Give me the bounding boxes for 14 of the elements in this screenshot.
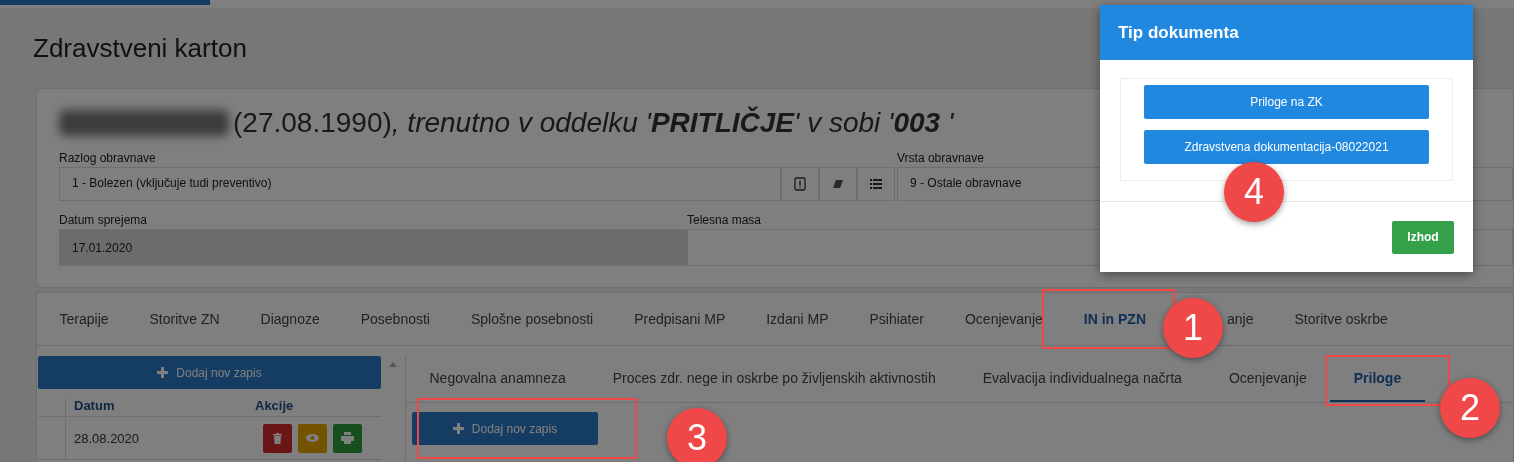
field-label: Razlog obravnave bbox=[59, 151, 156, 167]
page-title: Zdravstveni karton bbox=[33, 32, 247, 64]
column-header: Akcije bbox=[254, 398, 295, 415]
field-label: Datum sprejema bbox=[59, 213, 148, 229]
dialog-title: Tip dokumenta bbox=[1118, 22, 1239, 43]
field-label: Vrsta obravnave bbox=[897, 151, 984, 167]
patient-heading-text: 003 bbox=[893, 107, 942, 139]
patient-heading-text: ' v sobi ' bbox=[794, 107, 894, 139]
patient-heading-text: (27.08.1990) bbox=[233, 107, 392, 139]
field-label: Telesna masa bbox=[687, 213, 762, 229]
table-cell-text: 28.08.2020 bbox=[73, 430, 141, 446]
patient-heading-text: , trenutno v oddelku ' bbox=[391, 107, 651, 139]
patient-heading-text: ' bbox=[947, 107, 954, 139]
column-header: Datum bbox=[73, 398, 116, 415]
